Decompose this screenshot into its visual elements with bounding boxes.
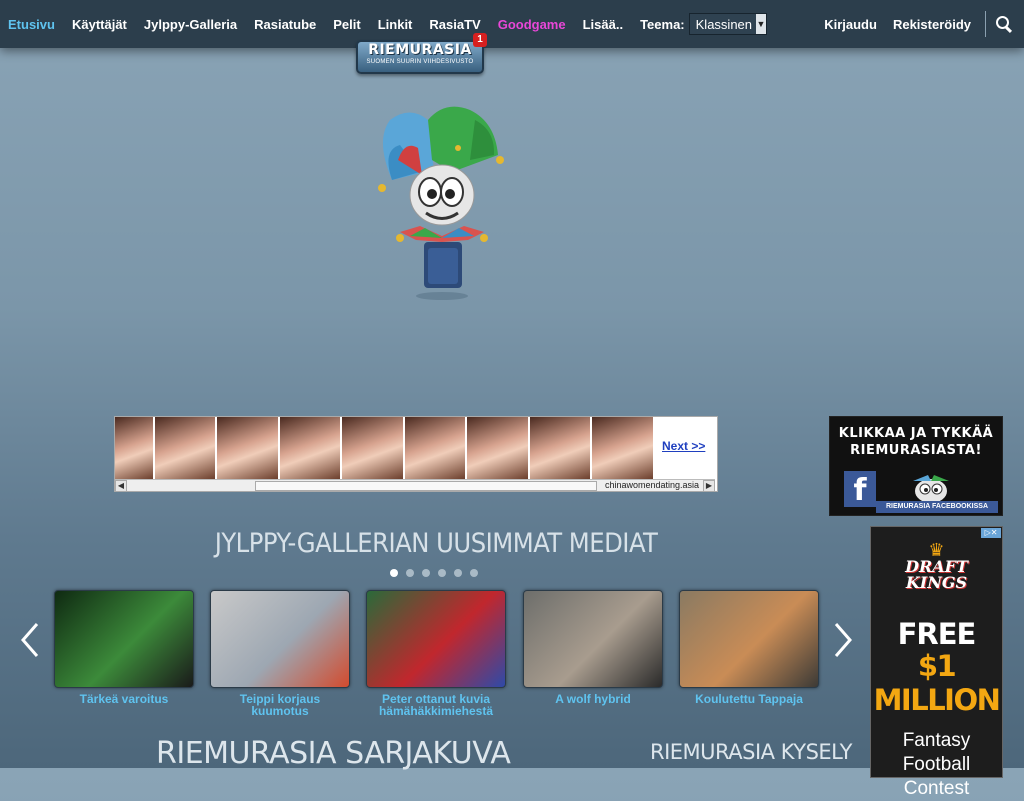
ad-photo[interactable]	[467, 417, 528, 479]
gallery-title: JYLPPY-GALLERIAN UUSIMMAT MEDIAT	[214, 528, 658, 559]
draftkings-line3: Fantasy	[902, 730, 971, 751]
ad-photo[interactable]	[592, 417, 653, 479]
ad-source-label: chinawomendating.asia	[604, 480, 699, 490]
ad-choices-icon[interactable]: ▷✕	[981, 528, 1001, 538]
nav-item-goodgame[interactable]: Goodgame	[498, 17, 566, 32]
notification-badge: 1	[473, 33, 487, 47]
draftkings-line4: Football	[902, 754, 971, 775]
facebook-promo-line1: KLIKKAA JA TYKKÄÄ	[838, 426, 994, 441]
ad-photo[interactable]	[404, 417, 466, 479]
gallery-item[interactable]: Tärkeä varoitus	[54, 590, 194, 705]
nav-item-rasiatv[interactable]: RasiaTV	[429, 17, 480, 32]
draftkings-ad[interactable]: ▷✕ ♛ DRAFT KINGS FREE $1 MILLION Fantasy…	[870, 526, 1003, 799]
nav-item-kayttajat[interactable]: Käyttäjät	[72, 17, 127, 32]
facebook-promo-line2: RIEMURASIASTA!	[850, 443, 982, 458]
draftkings-line1: FREE	[897, 617, 977, 651]
gallery-thumbnail[interactable]	[210, 590, 350, 688]
account-nav: Kirjaudu Rekisteröidy	[808, 0, 1012, 48]
nav-item-linkit[interactable]: Linkit	[378, 17, 413, 32]
register-link[interactable]: Rekisteröidy	[893, 17, 971, 32]
site-logo[interactable]: RIEMURASIA SUOMEN SUURIN VIIHDESIVUSTO	[356, 40, 484, 74]
gallery-thumbnail[interactable]	[679, 590, 819, 688]
gallery-thumbnail[interactable]	[523, 590, 663, 688]
nav-item-etusivu[interactable]: Etusivu	[8, 17, 55, 32]
nav-item-jylppy-galleria[interactable]: Jylppy-Galleria	[144, 17, 237, 32]
gallery-caption[interactable]: Teippi korjaus kuumotus	[210, 693, 350, 717]
logo-tagline: SUOMEN SUURIN VIIHDESIVUSTO	[366, 59, 474, 65]
ad-photo[interactable]	[279, 417, 341, 479]
gallery-pagination	[390, 569, 486, 577]
pagination-dot[interactable]	[454, 569, 462, 577]
gallery-prev-arrow-icon[interactable]	[20, 622, 40, 658]
theme-select-value: Klassinen	[695, 16, 753, 32]
gallery-thumbnail[interactable]	[366, 590, 506, 688]
ad-scrollbar-thumb[interactable]	[255, 481, 597, 491]
pagination-dot[interactable]	[470, 569, 478, 577]
gallery-thumbnail[interactable]	[54, 590, 194, 688]
scroll-right-icon[interactable]: ▶	[703, 480, 715, 492]
scroll-left-icon[interactable]: ◀	[115, 480, 127, 492]
chevron-down-icon: ▼	[756, 14, 767, 34]
pagination-dot[interactable]	[422, 569, 430, 577]
pagination-dot[interactable]	[438, 569, 446, 577]
nav-item-lisaa[interactable]: Lisää..	[583, 17, 623, 32]
gallery-next-arrow-icon[interactable]	[833, 622, 853, 658]
facebook-promo-footer: RIEMURASIA FACEBOOKISSA	[876, 501, 998, 513]
poll-section-title: RIEMURASIA KYSELY	[650, 740, 852, 764]
draftkings-line2: $1 MILLION	[873, 649, 1001, 717]
ad-photo-strip[interactable]	[115, 417, 655, 479]
search-icon[interactable]	[996, 16, 1012, 32]
facebook-promo[interactable]: KLIKKAA JA TYKKÄÄ RIEMURASIASTA! f RIEMU…	[829, 416, 1003, 516]
logo-title: RIEMURASIA	[368, 42, 472, 58]
ad-photo[interactable]	[154, 417, 216, 479]
theme-select[interactable]: Klassinen ▼	[688, 13, 768, 35]
gallery-item[interactable]: Peter ottanut kuvia hämähäkkimiehestä	[366, 590, 506, 717]
top-navigation-bar: Etusivu Käyttäjät Jylppy-Galleria Rasiat…	[0, 0, 1024, 48]
ad-photo[interactable]	[217, 417, 278, 479]
comic-section-title: RIEMURASIA SARJAKUVA	[156, 736, 511, 771]
gallery-caption[interactable]: Tärkeä varoitus	[54, 693, 194, 705]
theme-label: Teema:	[640, 16, 685, 32]
jester-mascot-image	[378, 106, 504, 300]
ad-next-link[interactable]: Next >>	[662, 439, 705, 453]
nav-divider	[985, 11, 986, 37]
gallery-caption[interactable]: A wolf hybrid	[523, 693, 663, 705]
draftkings-line5: Contest	[903, 778, 970, 799]
nav-item-rasiatube[interactable]: Rasiatube	[254, 17, 316, 32]
pagination-dot[interactable]	[406, 569, 414, 577]
facebook-icon: f	[844, 471, 876, 508]
nav-item-pelit[interactable]: Pelit	[333, 17, 360, 32]
ad-photo[interactable]	[342, 417, 403, 479]
gallery-item[interactable]: A wolf hybrid	[523, 590, 663, 705]
ad-photo[interactable]	[529, 417, 591, 479]
ad-photo[interactable]	[115, 417, 153, 479]
ad-scrollbar[interactable]: ◀ chinawomendating.asia ▶	[115, 479, 715, 492]
draftkings-logo: ♛ DRAFT KINGS	[895, 541, 979, 592]
dating-ad-banner[interactable]: Next >> ◀ chinawomendating.asia ▶	[114, 416, 718, 492]
gallery-caption[interactable]: Peter ottanut kuvia hämähäkkimiehestä	[366, 693, 506, 717]
pagination-dot[interactable]	[390, 569, 398, 577]
draftkings-brand-bottom: KINGS	[905, 573, 968, 592]
jester-face-icon	[913, 475, 949, 503]
gallery-caption[interactable]: Koulutettu Tappaja	[679, 693, 819, 705]
gallery-item[interactable]: Koulutettu Tappaja	[679, 590, 819, 705]
login-link[interactable]: Kirjaudu	[824, 17, 877, 32]
section-divider	[12, 729, 860, 730]
gallery-item[interactable]: Teippi korjaus kuumotus	[210, 590, 350, 717]
